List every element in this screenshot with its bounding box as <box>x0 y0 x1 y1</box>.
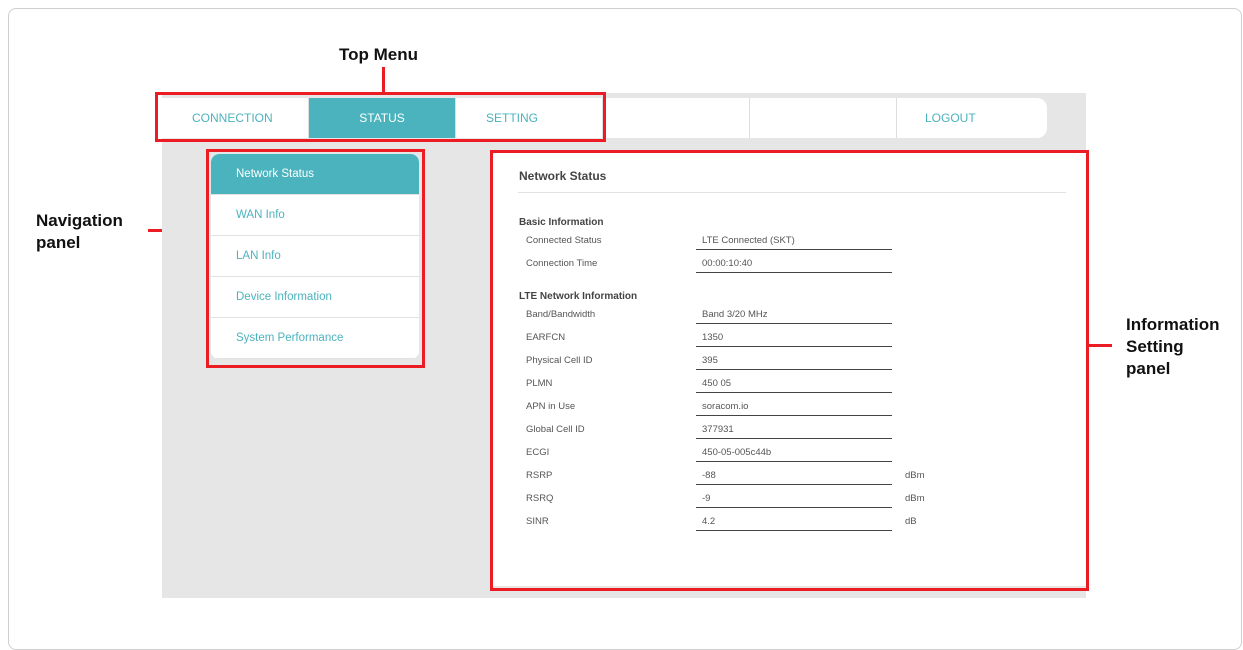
top-menu-highlight <box>155 92 606 142</box>
navigation-panel-callout: Navigation panel <box>36 211 123 252</box>
top-menu-connector <box>382 67 385 94</box>
information-panel-connector <box>1088 344 1112 347</box>
tab-empty-1 <box>603 98 750 138</box>
logout-button[interactable]: LOGOUT <box>897 98 1044 138</box>
information-panel-highlight <box>490 150 1089 591</box>
top-menu-callout: Top Menu <box>339 45 418 64</box>
navigation-panel-highlight <box>206 149 425 368</box>
tab-empty-2 <box>750 98 897 138</box>
information-panel-callout: Information Setting panel <box>1126 315 1220 378</box>
